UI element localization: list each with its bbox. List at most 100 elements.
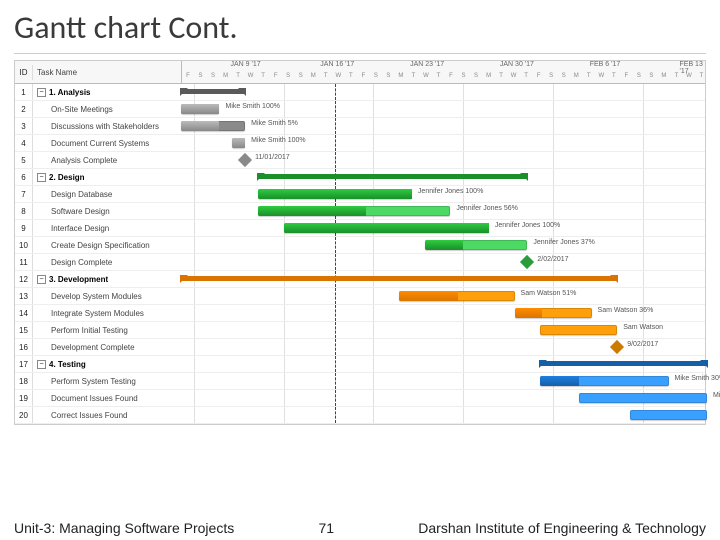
gantt-row: 6−2. Design: [15, 169, 705, 186]
summary-bar[interactable]: [258, 174, 527, 179]
task-name[interactable]: Design Database: [33, 186, 181, 202]
week-label: JAN 9 '17: [230, 61, 260, 68]
day-label: W: [595, 73, 607, 83]
task-name[interactable]: Create Design Specification: [33, 237, 181, 253]
week-label: JAN 23 '17: [410, 61, 444, 68]
day-label: M: [483, 73, 495, 83]
day-label: T: [695, 73, 707, 83]
task-bar[interactable]: [540, 325, 617, 335]
task-name[interactable]: −1. Analysis: [33, 84, 181, 100]
task-name-text: 4. Testing: [49, 360, 86, 369]
task-name[interactable]: Document Issues Found: [33, 390, 181, 406]
day-label: F: [270, 73, 282, 83]
task-bar[interactable]: [515, 308, 592, 318]
day-label: S: [645, 73, 657, 83]
footer-left: Unit-3: Managing Software Projects: [14, 520, 234, 536]
milestone-icon[interactable]: [520, 255, 534, 269]
task-timeline: 9/02/2017: [181, 339, 705, 355]
summary-bar[interactable]: [181, 276, 617, 281]
summary-bar[interactable]: [181, 89, 245, 94]
today-line: [335, 152, 336, 168]
day-label: T: [432, 73, 444, 83]
task-name[interactable]: On-Site Meetings: [33, 101, 181, 117]
task-timeline: Mike Smith 100%: [181, 135, 705, 151]
milestone-icon[interactable]: [238, 153, 252, 167]
chart-header: ID Task Name JAN 9 '17JAN 16 '17JAN 23 '…: [15, 61, 705, 84]
task-bar[interactable]: [258, 189, 412, 199]
task-name-text: Perform System Testing: [51, 377, 136, 386]
gantt-row: 7Design DatabaseJennifer Jones 100%: [15, 186, 705, 203]
task-bar[interactable]: [425, 240, 528, 250]
task-bar[interactable]: [630, 410, 707, 420]
task-name[interactable]: Interface Design: [33, 220, 181, 236]
day-label: S: [207, 73, 219, 83]
gantt-chart: ID Task Name JAN 9 '17JAN 16 '17JAN 23 '…: [14, 60, 706, 425]
task-timeline: [181, 356, 705, 372]
task-name[interactable]: Design Complete: [33, 254, 181, 270]
task-name[interactable]: Perform Initial Testing: [33, 322, 181, 338]
today-line: [335, 356, 336, 372]
task-name[interactable]: Analysis Complete: [33, 152, 181, 168]
task-bar[interactable]: [284, 223, 489, 233]
day-label: S: [558, 73, 570, 83]
gantt-row: 13Develop System ModulesSam Watson 51%: [15, 288, 705, 305]
task-bar[interactable]: [232, 138, 245, 148]
task-name[interactable]: Develop System Modules: [33, 288, 181, 304]
task-name[interactable]: Software Design: [33, 203, 181, 219]
gantt-row: 16Development Complete9/02/2017: [15, 339, 705, 356]
page-title: Gantt chart Cont.: [14, 8, 706, 47]
task-name-text: Develop System Modules: [51, 292, 142, 301]
today-line: [335, 390, 336, 406]
progress-bar: [425, 240, 463, 250]
task-name[interactable]: Discussions with Stakeholders: [33, 118, 181, 134]
collapse-icon[interactable]: −: [37, 173, 46, 182]
day-label: T: [320, 73, 332, 83]
task-name-text: 1. Analysis: [49, 88, 91, 97]
today-line: [335, 322, 336, 338]
today-line: [335, 237, 336, 253]
task-bar[interactable]: [181, 121, 245, 131]
collapse-icon[interactable]: −: [37, 88, 46, 97]
task-name[interactable]: −2. Design: [33, 169, 181, 185]
today-line: [335, 84, 336, 100]
progress-bar: [284, 223, 489, 233]
today-line: [335, 407, 336, 423]
milestone-icon[interactable]: [610, 340, 624, 354]
bar-label: Jennifer Jones 37%: [533, 239, 594, 246]
task-bar[interactable]: [540, 376, 668, 386]
task-bar[interactable]: [579, 393, 707, 403]
footer-page: 71: [318, 520, 334, 536]
task-bar[interactable]: [181, 104, 219, 114]
task-name[interactable]: −3. Development: [33, 271, 181, 287]
task-name[interactable]: −4. Testing: [33, 356, 181, 372]
row-id: 9: [15, 220, 33, 236]
summary-bar[interactable]: [540, 361, 707, 366]
task-timeline: [181, 169, 705, 185]
row-id: 16: [15, 339, 33, 355]
task-name[interactable]: Correct Issues Found: [33, 407, 181, 423]
timeline-header: JAN 9 '17JAN 16 '17JAN 23 '17JAN 30 '17F…: [182, 61, 705, 83]
slide-footer: Unit-3: Managing Software Projects 71 Da…: [14, 520, 706, 536]
task-name[interactable]: Perform System Testing: [33, 373, 181, 389]
row-id: 11: [15, 254, 33, 270]
gantt-row: 17−4. Testing: [15, 356, 705, 373]
task-timeline: [181, 407, 705, 423]
collapse-icon[interactable]: −: [37, 360, 46, 369]
day-label: S: [382, 73, 394, 83]
milestone-label: 2/02/2017: [537, 256, 568, 263]
task-name-text: Design Database: [51, 190, 112, 199]
footer-right: Darshan Institute of Engineering & Techn…: [418, 520, 706, 536]
gantt-row: 11Design Complete 2/02/2017: [15, 254, 705, 271]
task-name[interactable]: Integrate System Modules: [33, 305, 181, 321]
collapse-icon[interactable]: −: [37, 275, 46, 284]
day-label: S: [458, 73, 470, 83]
task-bar[interactable]: [399, 291, 514, 301]
task-name[interactable]: Document Current Systems: [33, 135, 181, 151]
bar-label: Sam Watson: [623, 324, 663, 331]
task-bar[interactable]: [258, 206, 450, 216]
task-name[interactable]: Development Complete: [33, 339, 181, 355]
day-label: W: [420, 73, 432, 83]
row-id: 6: [15, 169, 33, 185]
row-id: 18: [15, 373, 33, 389]
day-label: S: [545, 73, 557, 83]
